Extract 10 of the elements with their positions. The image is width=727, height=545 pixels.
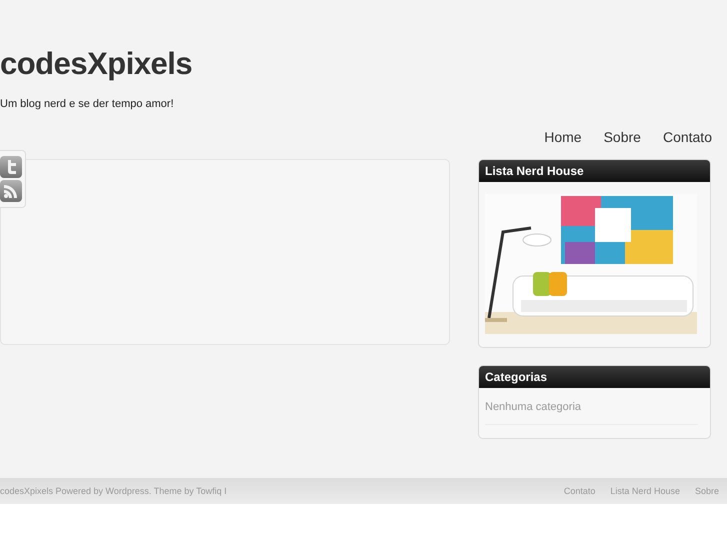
site-title[interactable]: codesXpixels <box>0 46 727 82</box>
nav-link[interactable]: Sobre <box>604 127 641 147</box>
category-item: Nenhuma categoria <box>485 400 698 425</box>
widget-title: Lista Nerd House <box>479 160 710 182</box>
site-tagline: Um blog nerd e se der tempo amor! <box>0 97 175 111</box>
nav-link[interactable]: Home <box>544 127 582 147</box>
widget-title: Categorias <box>479 366 710 388</box>
footer-credit: codesXpixels Powered by Wordpress. Theme by Towfiq I <box>0 486 227 496</box>
nav-link[interactable]: Contato <box>662 127 712 147</box>
rss-icon[interactable] <box>0 180 22 202</box>
